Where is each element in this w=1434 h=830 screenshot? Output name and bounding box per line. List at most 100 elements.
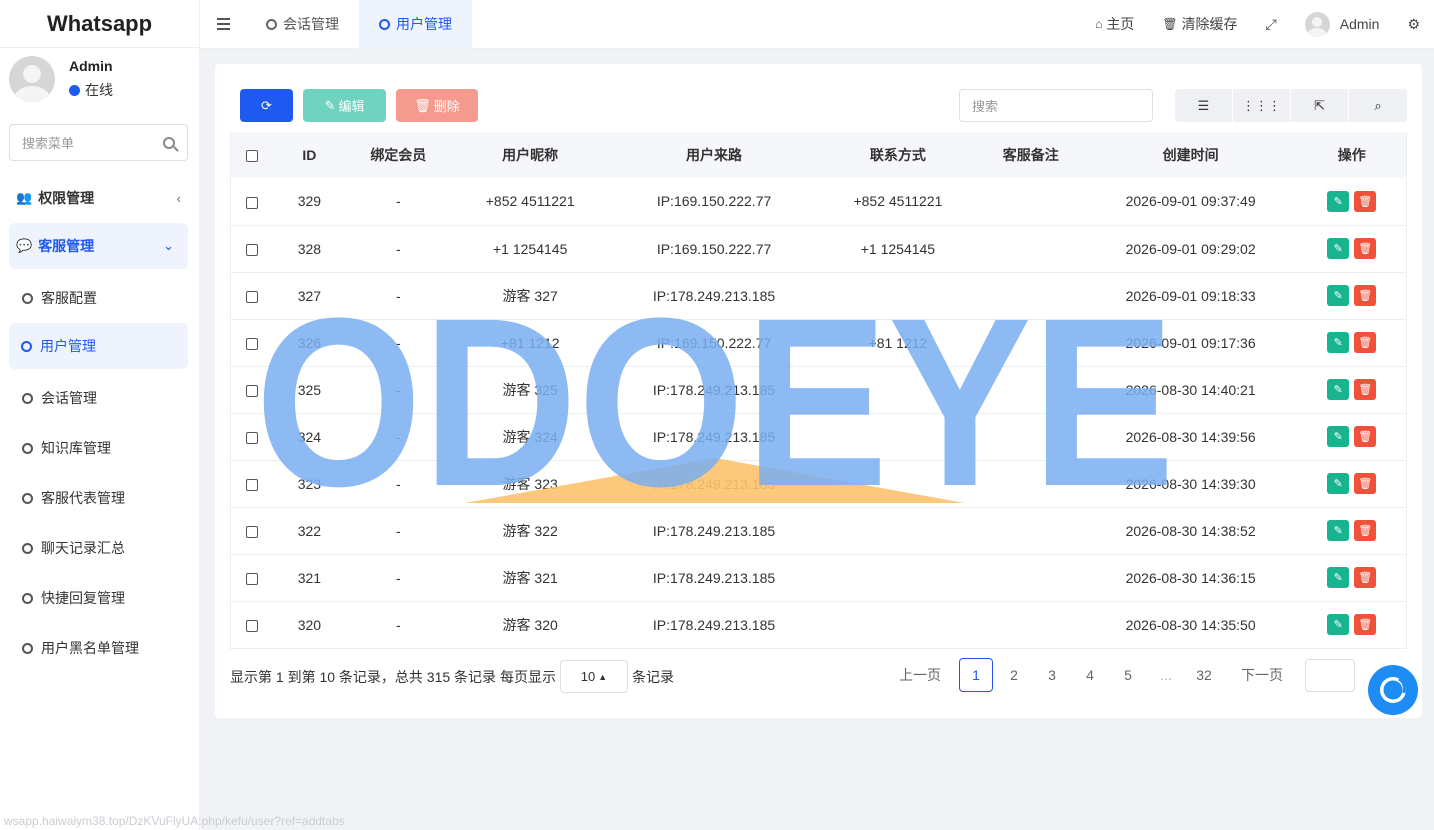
page-button[interactable]: 3 <box>1035 658 1069 692</box>
row-delete-button[interactable]: 🗑 <box>1354 238 1377 259</box>
table-row[interactable]: 321 - 游客 321 IP:178.249.213.185 2026-08-30 1… <box>230 554 1407 601</box>
table-row[interactable]: 325 - 游客 325 IP:178.249.213.185 2026-08-30 1… <box>230 366 1407 413</box>
row-delete-button[interactable]: 🗑 <box>1354 473 1377 494</box>
row-checkbox[interactable] <box>245 478 258 491</box>
row-checkbox[interactable] <box>245 525 258 538</box>
clear-cache-button[interactable]: 🗑 清除缓存 <box>1148 14 1251 34</box>
row-edit-button[interactable]: ✎ <box>1327 614 1350 635</box>
user-panel: Admin 在线 <box>0 48 199 110</box>
table-row[interactable]: 329 - +852 4511221 IP:169.150.222.77 +852 45… <box>230 178 1407 225</box>
sidebar-item-chat-records[interactable]: 聊天记录汇总 <box>0 523 199 573</box>
tab-session-management[interactable]: 会话管理 <box>246 0 359 49</box>
table-row[interactable]: 327 - 游客 327 IP:178.249.213.185 2026-09-01 0… <box>230 272 1407 319</box>
table-row[interactable]: 320 - 游客 320 IP:178.249.213.185 2026-08-30 1… <box>230 601 1407 648</box>
row-delete-button[interactable]: 🗑 <box>1354 379 1377 400</box>
row-checkbox[interactable] <box>245 196 258 209</box>
edit-button[interactable]: ✎ 编辑 <box>303 89 386 122</box>
table-row[interactable]: 328 - +1 1254145 IP:169.150.222.77 +1 125414… <box>230 225 1407 272</box>
next-page-button[interactable]: 下一页 <box>1231 658 1293 692</box>
row-edit-button[interactable]: ✎ <box>1327 567 1350 588</box>
row-checkbox[interactable] <box>245 431 258 444</box>
fullscreen-button[interactable]: ⤢ <box>1252 16 1291 33</box>
advanced-search-button[interactable]: ⌕ <box>1349 89 1407 122</box>
row-delete-button[interactable]: 🗑 <box>1354 190 1377 212</box>
menu-group-customer-service[interactable]: 💬 客服管理 ⌄ <box>9 223 188 269</box>
row-edit-button[interactable]: ✎ <box>1327 285 1350 306</box>
cell-note <box>978 272 1084 319</box>
view-buttons: ☰ ⋮⋮⋮ ⇱ ⌕ <box>1175 89 1407 122</box>
circle-icon <box>22 442 33 454</box>
table-row[interactable]: 322 - 游客 322 IP:178.249.213.185 2026-08-30 1… <box>230 507 1407 554</box>
delete-button[interactable]: 🗑 删除 <box>396 89 478 122</box>
row-edit-button[interactable]: ✎ <box>1327 473 1350 494</box>
sidebar-item-user-management[interactable]: 用户管理 <box>9 323 188 369</box>
row-delete-button[interactable]: 🗑 <box>1354 426 1377 447</box>
column-header[interactable]: 创建时间 <box>1084 132 1298 178</box>
sidebar-item-kefu-config[interactable]: 客服配置 <box>0 273 199 323</box>
page-button[interactable]: 5 <box>1111 658 1145 692</box>
cell-source: IP:178.249.213.185 <box>652 287 776 304</box>
app-title[interactable]: Whatsapp <box>0 0 199 48</box>
column-header[interactable]: 客服备注 <box>978 132 1084 178</box>
admin-menu[interactable]: Admin <box>1291 11 1394 37</box>
row-checkbox[interactable] <box>245 572 258 585</box>
menu-toggle-icon[interactable] <box>200 0 246 49</box>
circle-icon <box>266 18 277 30</box>
row-delete-button[interactable]: 🗑 <box>1354 332 1377 353</box>
prev-page-button[interactable]: 上一页 <box>889 658 951 692</box>
menu-search-input[interactable]: 搜索菜单 <box>9 124 188 161</box>
cell-contact <box>818 554 978 601</box>
row-checkbox[interactable] <box>245 619 258 632</box>
column-header[interactable]: 联系方式 <box>818 132 978 178</box>
page-jump-input[interactable] <box>1305 658 1355 692</box>
sidebar-item-knowledge-base[interactable]: 知识库管理 <box>0 423 199 473</box>
table-row[interactable]: 324 - 游客 324 IP:178.249.213.185 2026-08-30 1… <box>230 413 1407 460</box>
sidebar-item-agent-management[interactable]: 客服代表管理 <box>0 473 199 523</box>
select-all-checkbox[interactable] <box>245 150 258 163</box>
cell-note <box>978 554 1084 601</box>
table-row[interactable]: 323 - 游客 323 IP:178.249.213.185 2026-08-30 1… <box>230 460 1407 507</box>
table-search-input[interactable]: 搜索 <box>959 89 1153 122</box>
column-header[interactable]: 用户昵称 <box>450 132 610 178</box>
home-link[interactable]: ⌂ 主页 <box>1081 14 1148 34</box>
row-edit-button[interactable]: ✎ <box>1327 190 1350 212</box>
row-delete-button[interactable]: 🗑 <box>1354 520 1377 541</box>
chat-widget-button[interactable] <box>1368 665 1418 715</box>
row-checkbox[interactable] <box>245 290 258 303</box>
tab-user-management[interactable]: 用户管理 <box>359 0 472 49</box>
sidebar-item-session-management[interactable]: 会话管理 <box>0 373 199 423</box>
row-edit-button[interactable]: ✎ <box>1327 332 1350 353</box>
page-button[interactable]: 4 <box>1073 658 1107 692</box>
row-edit-button[interactable]: ✎ <box>1327 238 1350 259</box>
row-edit-button[interactable]: ✎ <box>1327 379 1350 400</box>
page-button[interactable]: 1 <box>959 658 993 692</box>
settings-button[interactable]: ⚙ <box>1393 16 1434 33</box>
trash-icon: 🗑 <box>1358 619 1373 631</box>
menu-group-permissions[interactable]: 👥 权限管理 ‹ <box>0 173 199 223</box>
columns-button[interactable]: ⋮⋮⋮ <box>1233 89 1291 122</box>
row-edit-button[interactable]: ✎ <box>1327 520 1350 541</box>
trash-icon: 🗑 <box>1358 525 1373 537</box>
user-table: ID 绑定会员 用户昵称 用户来路 联系方式 客服备注 创建时间 操作 329 -… <box>230 132 1407 649</box>
row-checkbox[interactable] <box>245 243 258 256</box>
list-view-button[interactable]: ☰ <box>1175 89 1233 122</box>
column-header[interactable]: 用户来路 <box>610 132 818 178</box>
sidebar-item-blacklist[interactable]: 用户黑名单管理 <box>0 623 199 673</box>
row-delete-button[interactable]: 🗑 <box>1354 614 1377 635</box>
row-checkbox[interactable] <box>245 384 258 397</box>
page-button[interactable]: 2 <box>997 658 1031 692</box>
table-row[interactable]: 326 - +81 1212 IP:169.150.222.77 +81 1212 202… <box>230 319 1407 366</box>
export-button[interactable]: ⇱ <box>1291 89 1349 122</box>
column-header[interactable]: 绑定会员 <box>346 132 450 178</box>
trash-icon: 🗑 <box>1162 17 1178 31</box>
column-header[interactable]: ID <box>272 132 346 178</box>
cell-source: IP:178.249.213.185 <box>652 475 776 492</box>
page-size-select[interactable]: 10 ▲ <box>559 660 628 693</box>
row-edit-button[interactable]: ✎ <box>1327 426 1350 447</box>
page-button[interactable]: 32 <box>1187 658 1221 692</box>
sidebar-item-quick-replies[interactable]: 快捷回复管理 <box>0 573 199 623</box>
refresh-button[interactable]: ⟳ <box>240 89 293 122</box>
row-checkbox[interactable] <box>245 337 258 350</box>
row-delete-button[interactable]: 🗑 <box>1354 567 1377 588</box>
row-delete-button[interactable]: 🗑 <box>1354 285 1377 306</box>
